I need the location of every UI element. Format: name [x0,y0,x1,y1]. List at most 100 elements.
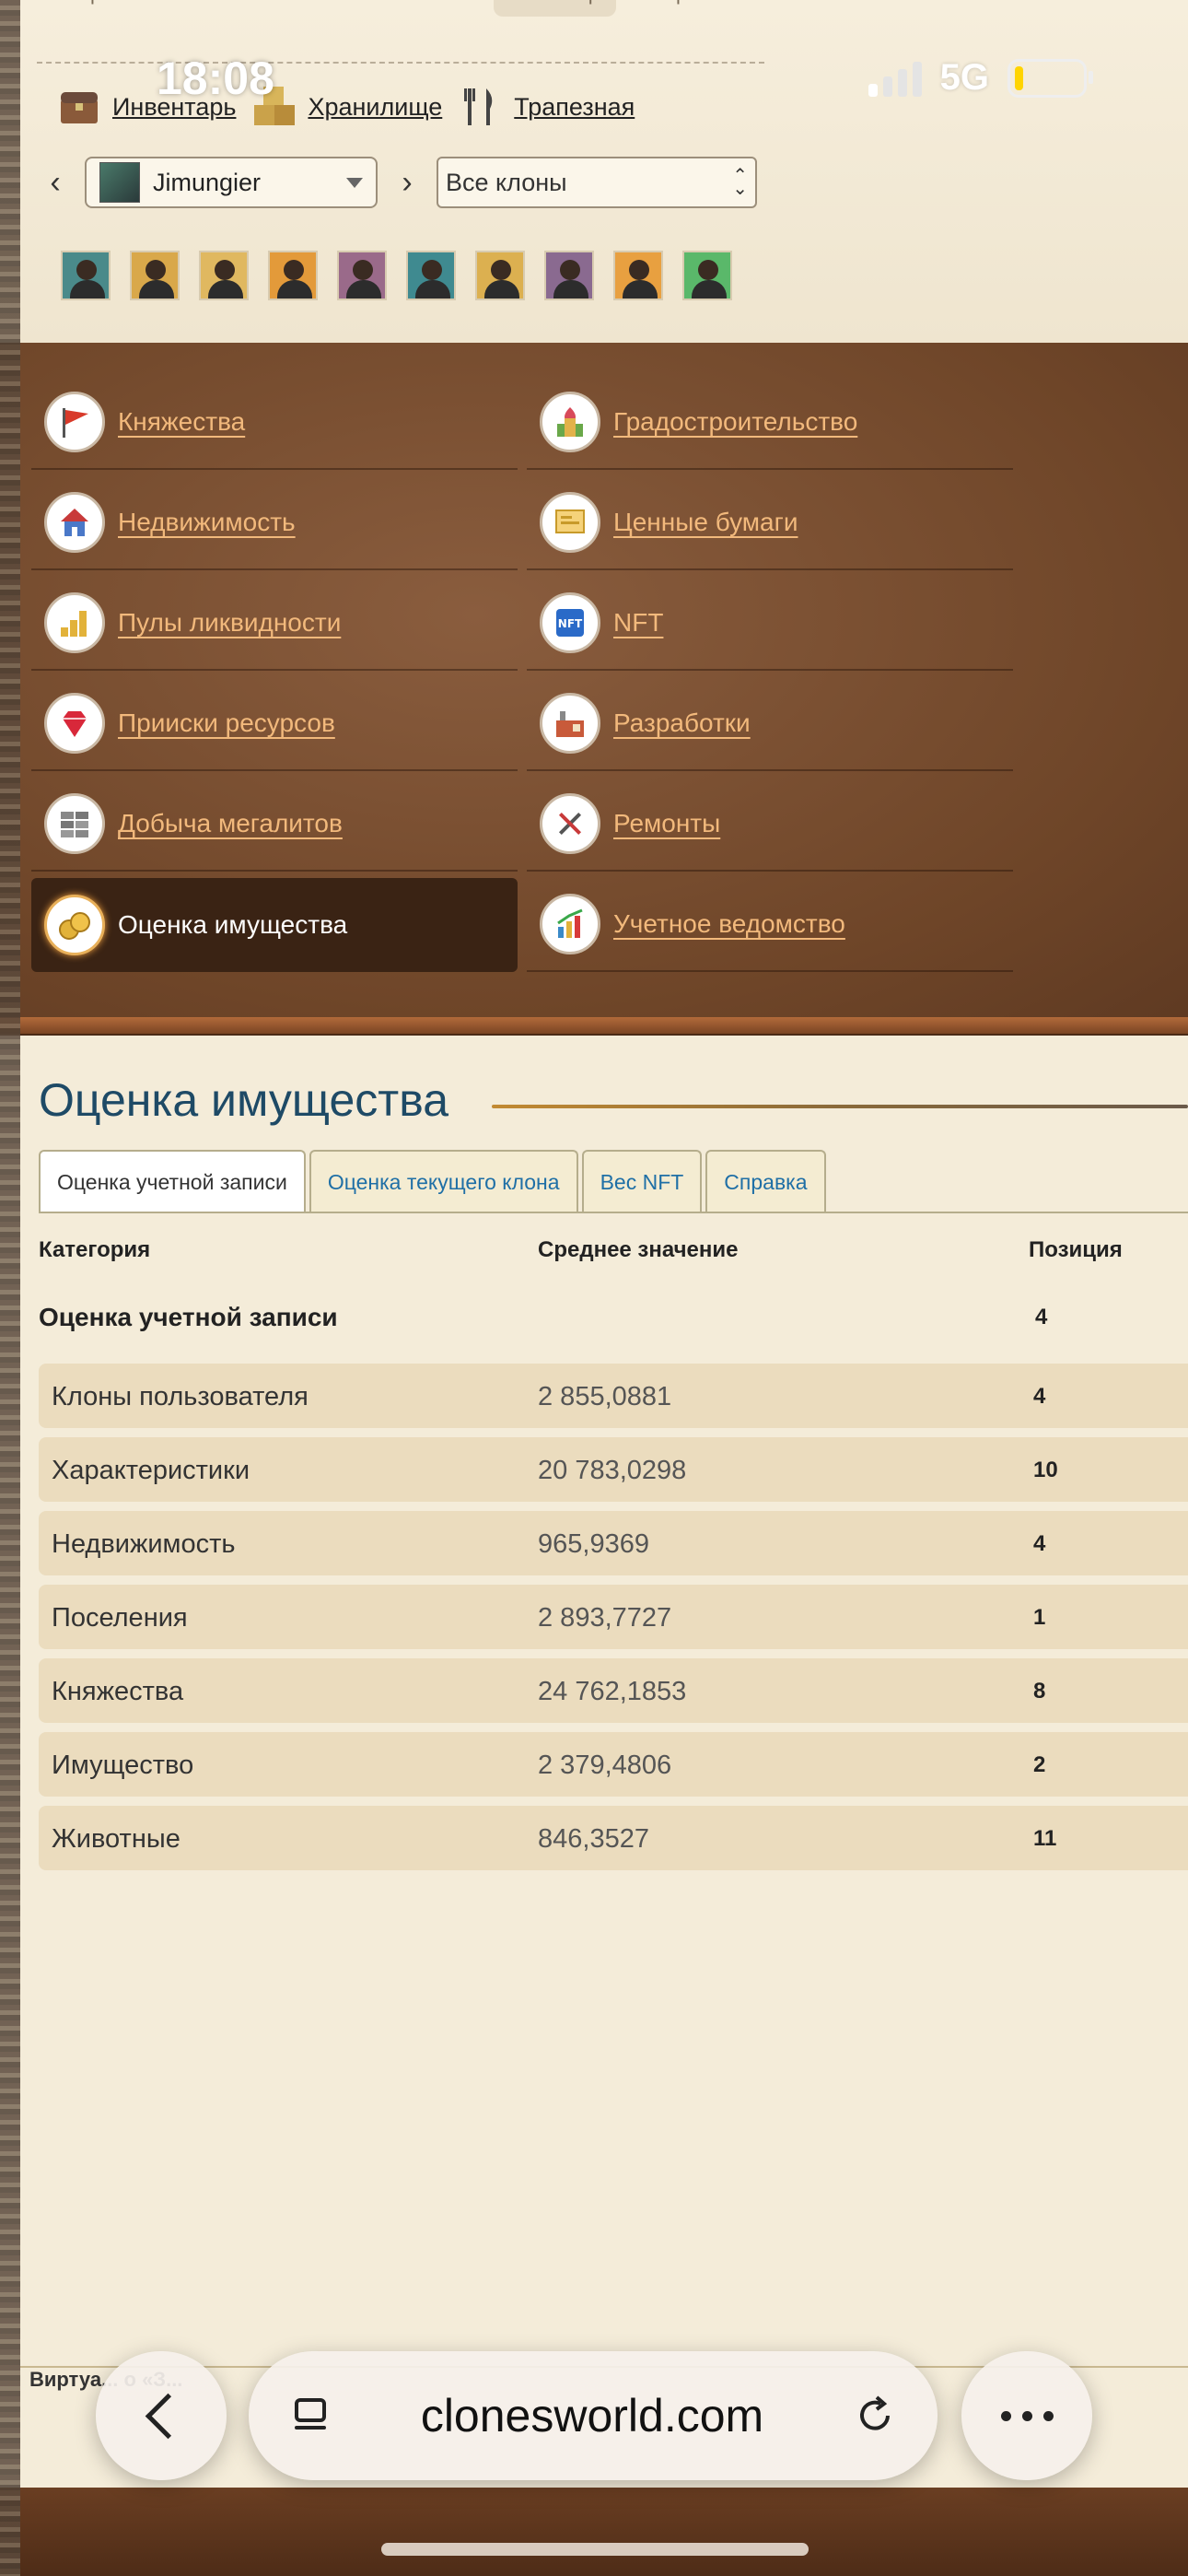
row-value: 20 783,0298 [538,1456,687,1485]
row-value: 24 762,1853 [538,1677,687,1706]
menu-label[interactable]: Прииски ресурсов [118,708,335,738]
tab-help[interactable]: Справка [705,1150,826,1212]
menu-item-accounting[interactable]: Учетное ведомство [527,878,1013,972]
gem-icon [44,693,105,754]
toplink-storage[interactable]: Хранилище [252,85,442,129]
network-label: 5G [939,57,989,98]
menu-label[interactable]: Недвижимость [118,508,296,537]
menu-item-nft[interactable]: NFT NFT [527,577,1013,671]
next-clone-button[interactable]: › [398,165,416,201]
user-name: Jimungier [153,168,262,196]
clone-avatar[interactable] [130,251,180,300]
prev-clone-button[interactable]: ‹ [46,165,64,201]
status-time: 18:08 [157,53,274,104]
address-bar[interactable]: clonesworld.com [249,2351,938,2480]
clone-avatar[interactable] [475,251,525,300]
top-tab-work[interactable]: Работа [221,0,288,17]
caret-down-icon [346,177,363,188]
row-position: 10 [1033,1458,1058,1482]
top-tab-trade[interactable]: Торговля [654,0,739,17]
clone-avatar[interactable] [337,251,387,300]
menu-label[interactable]: Оценка имущества [118,910,347,940]
row-value: 965,9369 [538,1529,649,1559]
toplink-label[interactable]: Хранилище [308,93,442,122]
toplinks: Инвентарь Хранилище Трапезная [57,85,651,129]
menu-label[interactable]: Пулы ликвидности [118,608,341,638]
menu-item-property-valuation[interactable]: Оценка имущества [31,878,518,972]
cut-top-tabs: Персонаж Работа Бизнес Инвестор Торговля [55,0,792,18]
clone-avatar[interactable] [61,251,111,300]
column-header-category: Категория [39,1237,151,1262]
menu-label[interactable]: Учетное ведомство [613,909,845,939]
toplink-refectory[interactable]: Трапезная [459,85,635,129]
clone-avatar[interactable] [406,251,456,300]
menu-item-securities[interactable]: Ценные бумаги [527,476,1013,570]
menu-label[interactable]: NFT [613,608,663,638]
row-position: 11 [1033,1826,1057,1851]
home-indicator [381,2543,809,2556]
row-category: Недвижимость [52,1529,236,1559]
dashed-divider [37,62,764,64]
row-category: Клоны пользователя [52,1382,309,1411]
clone-avatars [61,251,732,300]
menu-item-resource-mines[interactable]: Прииски ресурсов [31,677,518,771]
toplink-label[interactable]: Трапезная [514,93,635,122]
clones-filter-select[interactable]: Все клоны ⌃ ⌄ [437,157,757,208]
content-tabs: Оценка учетной записи Оценка текущего кл… [39,1150,826,1212]
clone-avatar[interactable] [682,251,732,300]
summary-position: 4 [1035,1305,1048,1329]
certificate-icon [540,492,600,553]
table-row: Клоны пользователя 2 855,0881 4 [39,1364,1188,1428]
reload-icon[interactable] [853,2394,897,2438]
status-right: 5G [868,57,1093,99]
menu-item-liquidity-pools[interactable]: Пулы ликвидности [31,577,518,671]
row-position: 4 [1033,1384,1046,1409]
menu-label[interactable]: Добыча мегалитов [118,809,343,838]
factory-icon [540,693,600,754]
top-tab-character[interactable]: Персонаж [64,0,159,17]
clone-avatar[interactable] [268,251,318,300]
clone-avatar[interactable] [199,251,249,300]
row-position: 4 [1033,1531,1046,1556]
row-value: 2 379,4806 [538,1751,672,1780]
tab-nft-weight[interactable]: Вес NFT [581,1150,703,1212]
table-row: Княжества 24 762,1853 8 [39,1658,1188,1723]
menu-label[interactable]: Ценные бумаги [613,508,798,537]
menu-item-city-building[interactable]: Градостроительство [527,376,1013,470]
clones-filter-value: Все клоны [446,168,567,196]
menu-label[interactable]: Разработки [613,708,751,738]
page-title: Оценка имущества [39,1074,449,1126]
row-value: 846,3527 [538,1824,649,1854]
table-row: Животные 846,3527 11 [39,1806,1188,1870]
more-dots-icon [1000,2410,1054,2421]
browser-back-button[interactable] [96,2351,227,2480]
coin-stacks-icon [44,592,105,653]
top-tab-business[interactable]: Бизнес [368,0,435,17]
column-header-position: Позиция [1029,1237,1123,1262]
menu-item-real-estate[interactable]: Недвижимость [31,476,518,570]
row-position: 8 [1033,1679,1046,1704]
clone-avatar[interactable] [544,251,594,300]
browser-bottom-bg [0,2488,1188,2576]
menu-item-principalities[interactable]: Княжества [31,376,518,470]
menu-label[interactable]: Княжества [118,407,245,437]
row-value: 2 893,7727 [538,1603,672,1633]
menu-item-megalith-mining[interactable]: Добыча мегалитов [31,778,518,872]
clone-avatar[interactable] [613,251,663,300]
user-select[interactable]: Jimungier [85,157,378,208]
tabs-icon[interactable] [289,2395,332,2437]
coins-icon [44,895,105,955]
tab-account-valuation[interactable]: Оценка учетной записи [39,1150,306,1212]
url-text: clonesworld.com [420,2390,764,2441]
menu-item-developments[interactable]: Разработки [527,677,1013,771]
menu-border [0,1017,1188,1036]
torn-edge [0,0,20,2576]
browser-more-button[interactable] [961,2351,1092,2480]
menu-label[interactable]: Ремонты [613,809,720,838]
menu-item-repairs[interactable]: Ремонты [527,778,1013,872]
menu-label[interactable]: Градостроительство [613,407,857,437]
tab-current-clone-valuation[interactable]: Оценка текущего клона [309,1150,578,1212]
tools-icon [540,793,600,854]
top-tab-investor[interactable]: Инвестор [494,0,616,17]
signal-icon [868,60,922,97]
